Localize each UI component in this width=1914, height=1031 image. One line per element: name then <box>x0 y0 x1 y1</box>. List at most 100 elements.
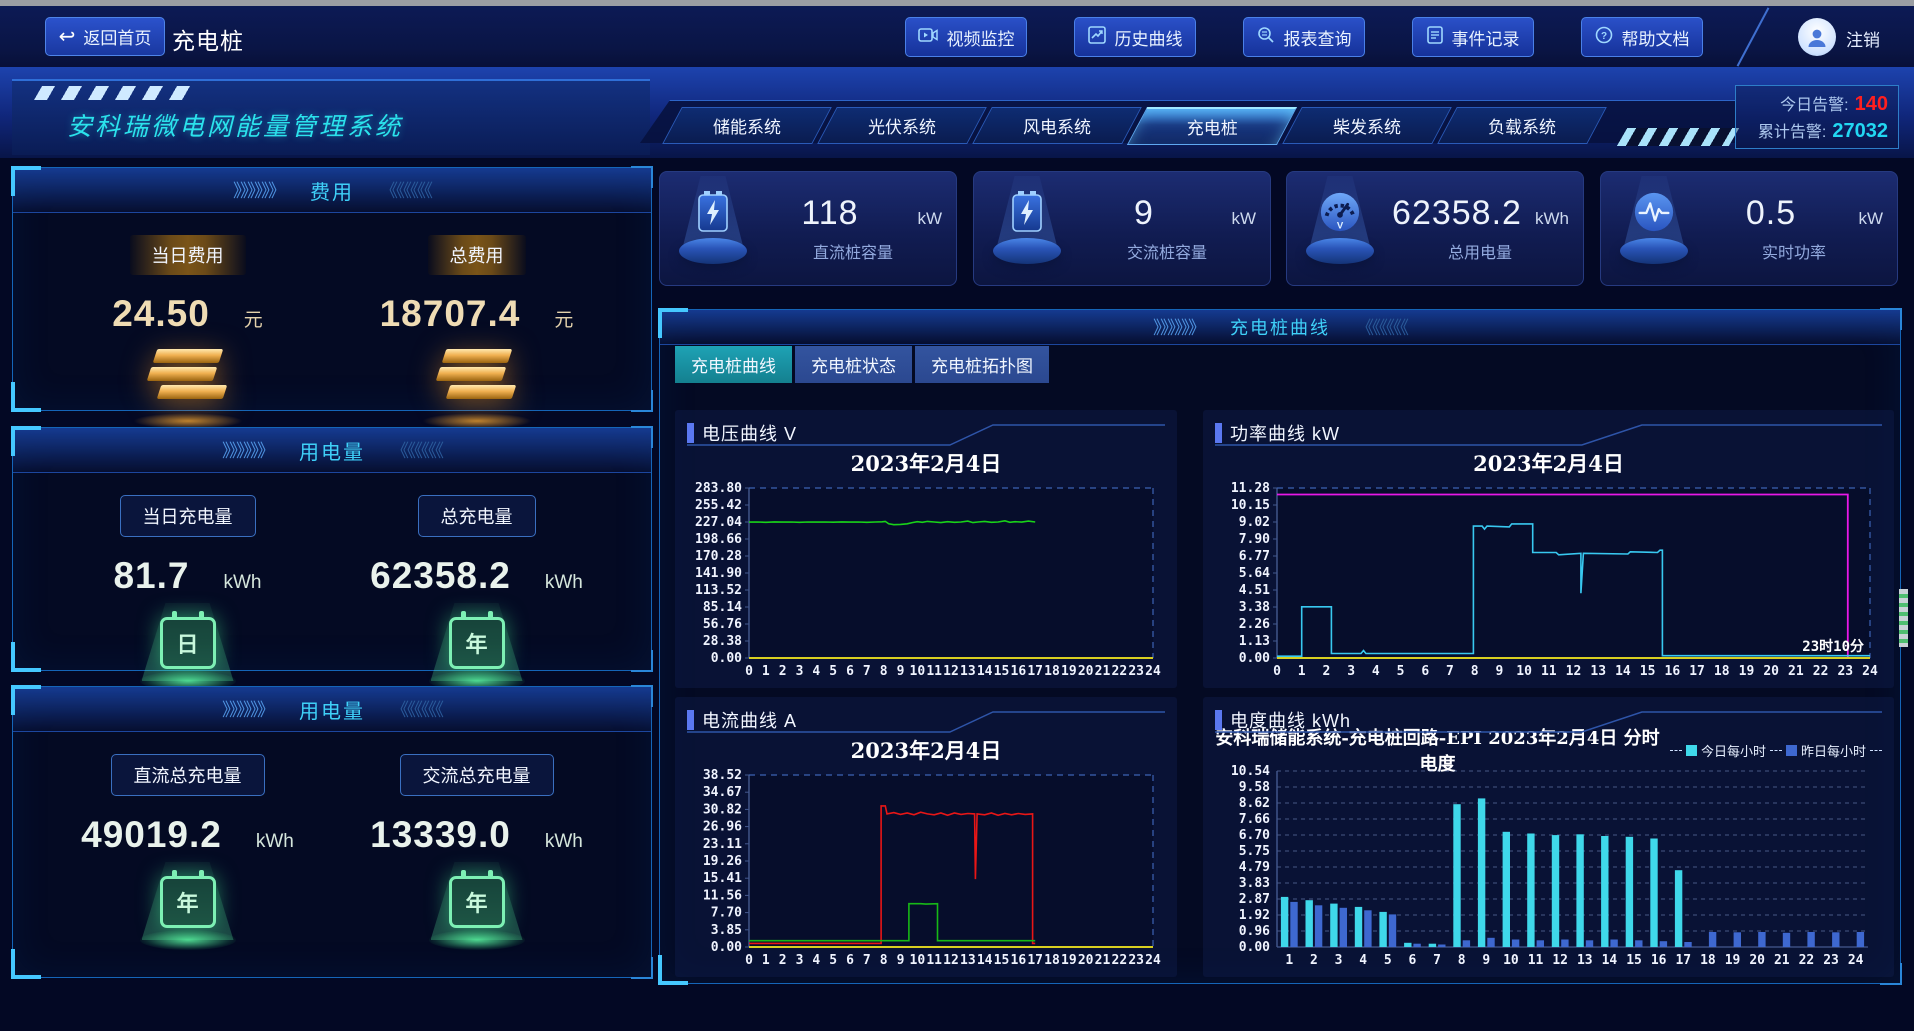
tab-storage-system[interactable]: 储能系统 <box>662 107 832 144</box>
help-doc-button[interactable]: ? 帮助文档 <box>1581 17 1703 57</box>
dc-total-charge-value: 49019.2 <box>81 814 222 856</box>
help-doc-label: 帮助文档 <box>1622 25 1690 50</box>
back-home-button[interactable]: ↩ 返回首页 <box>45 17 165 56</box>
video-icon <box>918 27 938 48</box>
svg-text:20: 20 <box>1078 664 1094 679</box>
daily-charge-stat: 当日充电量 81.7kWh 日 <box>78 473 298 699</box>
topbar: ↩ 返回首页 充电桩 视频监控 历史曲线 报表查询 事件记录 ? <box>0 6 1914 68</box>
logout-button[interactable]: 注销 <box>1846 26 1880 51</box>
svg-text:14: 14 <box>977 664 993 679</box>
history-curve-icon <box>1088 26 1106 49</box>
user-avatar-icon[interactable] <box>1798 18 1836 56</box>
svg-text:11.28: 11.28 <box>1231 481 1270 496</box>
charging-curves-header: 》》》》》》 充电桩曲线 《《《《《《 <box>660 310 1900 345</box>
svg-text:0.96: 0.96 <box>1239 924 1270 939</box>
charge-energy-panel: 》》》》》》 用电量 《《《《《《 当日充电量 81.7kWh 日 总充电量 6… <box>12 427 652 671</box>
dc-capacity-unit: kW <box>896 209 942 229</box>
svg-text:20: 20 <box>1078 953 1094 968</box>
ac-capacity-label: 交流桩容量 <box>1078 239 1256 263</box>
total-cost-unit: 元 <box>554 305 573 332</box>
svg-text:23时10分: 23时10分 <box>1802 638 1864 655</box>
svg-text:2.26: 2.26 <box>1239 617 1270 632</box>
tab-charging-curve[interactable]: 充电桩曲线 <box>675 346 792 383</box>
report-query-button[interactable]: 报表查询 <box>1243 17 1365 57</box>
ac-capacity-value: 9 <box>1078 194 1210 233</box>
chevrons-left-icon: 《《《《《《 <box>391 437 442 463</box>
svg-text:17: 17 <box>1027 953 1043 968</box>
history-curve-button[interactable]: 历史曲线 <box>1074 17 1196 57</box>
alarm-summary: 今日告警: 140 累计告警: 27032 <box>1735 85 1899 149</box>
svg-text:22: 22 <box>1813 664 1829 679</box>
svg-text:23: 23 <box>1823 953 1839 968</box>
power-chart-card: 功率曲线 kW 2023年2月4日 11.2810.159.027.906.77… <box>1203 410 1894 688</box>
svg-text:19: 19 <box>1061 664 1077 679</box>
svg-text:24: 24 <box>1145 664 1161 679</box>
svg-text:56.76: 56.76 <box>703 617 742 632</box>
scrollbar-thumb[interactable] <box>1897 585 1910 651</box>
alarm-today-label: 今日告警: <box>1780 91 1848 115</box>
cost-panel: 》》》》》》 费用 《《《《《《 当日费用 24.50元 总费用 18707.4… <box>12 167 652 411</box>
svg-text:4.51: 4.51 <box>1239 583 1270 598</box>
svg-text:22: 22 <box>1112 953 1128 968</box>
svg-text:1.92: 1.92 <box>1239 908 1270 923</box>
svg-text:0.00: 0.00 <box>1239 651 1270 666</box>
tab-charging-pile[interactable]: 充电桩 <box>1127 107 1297 145</box>
svg-text:21: 21 <box>1095 664 1111 679</box>
svg-text:3.85: 3.85 <box>711 923 742 938</box>
svg-text:23.11: 23.11 <box>703 837 742 852</box>
svg-text:0: 0 <box>745 953 753 968</box>
svg-text:24: 24 <box>1862 664 1878 679</box>
dc-total-charge-stat: 直流总充电量 49019.2kWh 年 <box>78 732 298 958</box>
current-chart-date: 2023年2月4日 <box>687 735 1165 767</box>
ac-total-charge-value: 13339.0 <box>370 814 511 856</box>
svg-text:2: 2 <box>779 953 787 968</box>
dc-capacity-label: 直流桩容量 <box>764 239 942 263</box>
total-cost-stat: 总费用 18707.4元 <box>367 213 587 429</box>
svg-text:3.38: 3.38 <box>1239 600 1270 615</box>
svg-text:3: 3 <box>1347 664 1355 679</box>
energy-chart-title: 电度曲线 kWh <box>1230 707 1351 733</box>
video-monitor-label: 视频监控 <box>947 25 1015 50</box>
svg-text:85.14: 85.14 <box>703 600 742 615</box>
tab-charging-topology[interactable]: 充电桩拓扑图 <box>915 346 1049 383</box>
svg-text:7: 7 <box>863 664 871 679</box>
daily-cost-label: 当日费用 <box>130 235 246 275</box>
chart-tabs: 充电桩曲线 充电桩状态 充电桩拓扑图 <box>675 346 1049 383</box>
video-monitor-button[interactable]: 视频监控 <box>905 17 1027 57</box>
calendar-year-icon: 年 <box>128 866 248 958</box>
topbar-divider <box>1737 7 1770 66</box>
tab-charging-status[interactable]: 充电桩状态 <box>795 346 912 383</box>
ems-dashboard: ↩ 返回首页 充电桩 视频监控 历史曲线 报表查询 事件记录 ? <box>0 0 1914 1031</box>
svg-text:11: 11 <box>1528 953 1544 968</box>
tab-pv-system[interactable]: 光伏系统 <box>817 107 987 144</box>
svg-text:7.90: 7.90 <box>1239 532 1270 547</box>
tab-diesel-system[interactable]: 柴发系统 <box>1282 107 1452 144</box>
tab-load-system[interactable]: 负载系统 <box>1437 107 1607 144</box>
total-energy-value: 62358.2 <box>1391 194 1523 233</box>
energy-chart-legend: 今日每小时 昨日每小时 <box>1670 741 1882 760</box>
svg-text:0.00: 0.00 <box>1239 940 1270 955</box>
dc-ac-energy-panel: 》》》》》》 用电量 《《《《《《 直流总充电量 49019.2kWh 年 交流… <box>12 686 652 978</box>
battery-bolt-icon <box>691 188 735 236</box>
chevrons-right-icon: 》》》》》》 <box>233 177 284 203</box>
svg-text:16: 16 <box>1011 664 1027 679</box>
legend-yesterday-label: 昨日每小时 <box>1801 741 1866 760</box>
gold-stack-icon <box>145 349 231 407</box>
svg-text:14: 14 <box>977 953 993 968</box>
svg-text:9.02: 9.02 <box>1239 515 1270 530</box>
svg-text:14: 14 <box>1615 664 1631 679</box>
event-log-button[interactable]: 事件记录 <box>1412 17 1534 57</box>
kpi-total-energy: V 62358.2kWh 总用电量 <box>1286 171 1584 286</box>
svg-text:18: 18 <box>1044 953 1060 968</box>
chevrons-left-icon: 《《《《《《 <box>1356 314 1407 340</box>
alarm-total-row: 累计告警: 27032 <box>1746 118 1888 143</box>
current-chart-title: 电流曲线 A <box>702 707 797 733</box>
svg-text:12: 12 <box>1566 664 1582 679</box>
tab-wind-system[interactable]: 风电系统 <box>972 107 1142 144</box>
svg-text:13: 13 <box>1577 953 1593 968</box>
alarm-total-value: 27032 <box>1832 120 1888 143</box>
svg-text:16: 16 <box>1651 953 1667 968</box>
svg-text:10: 10 <box>910 953 926 968</box>
dc-capacity-value: 118 <box>764 194 896 233</box>
svg-text:24: 24 <box>1145 953 1161 968</box>
